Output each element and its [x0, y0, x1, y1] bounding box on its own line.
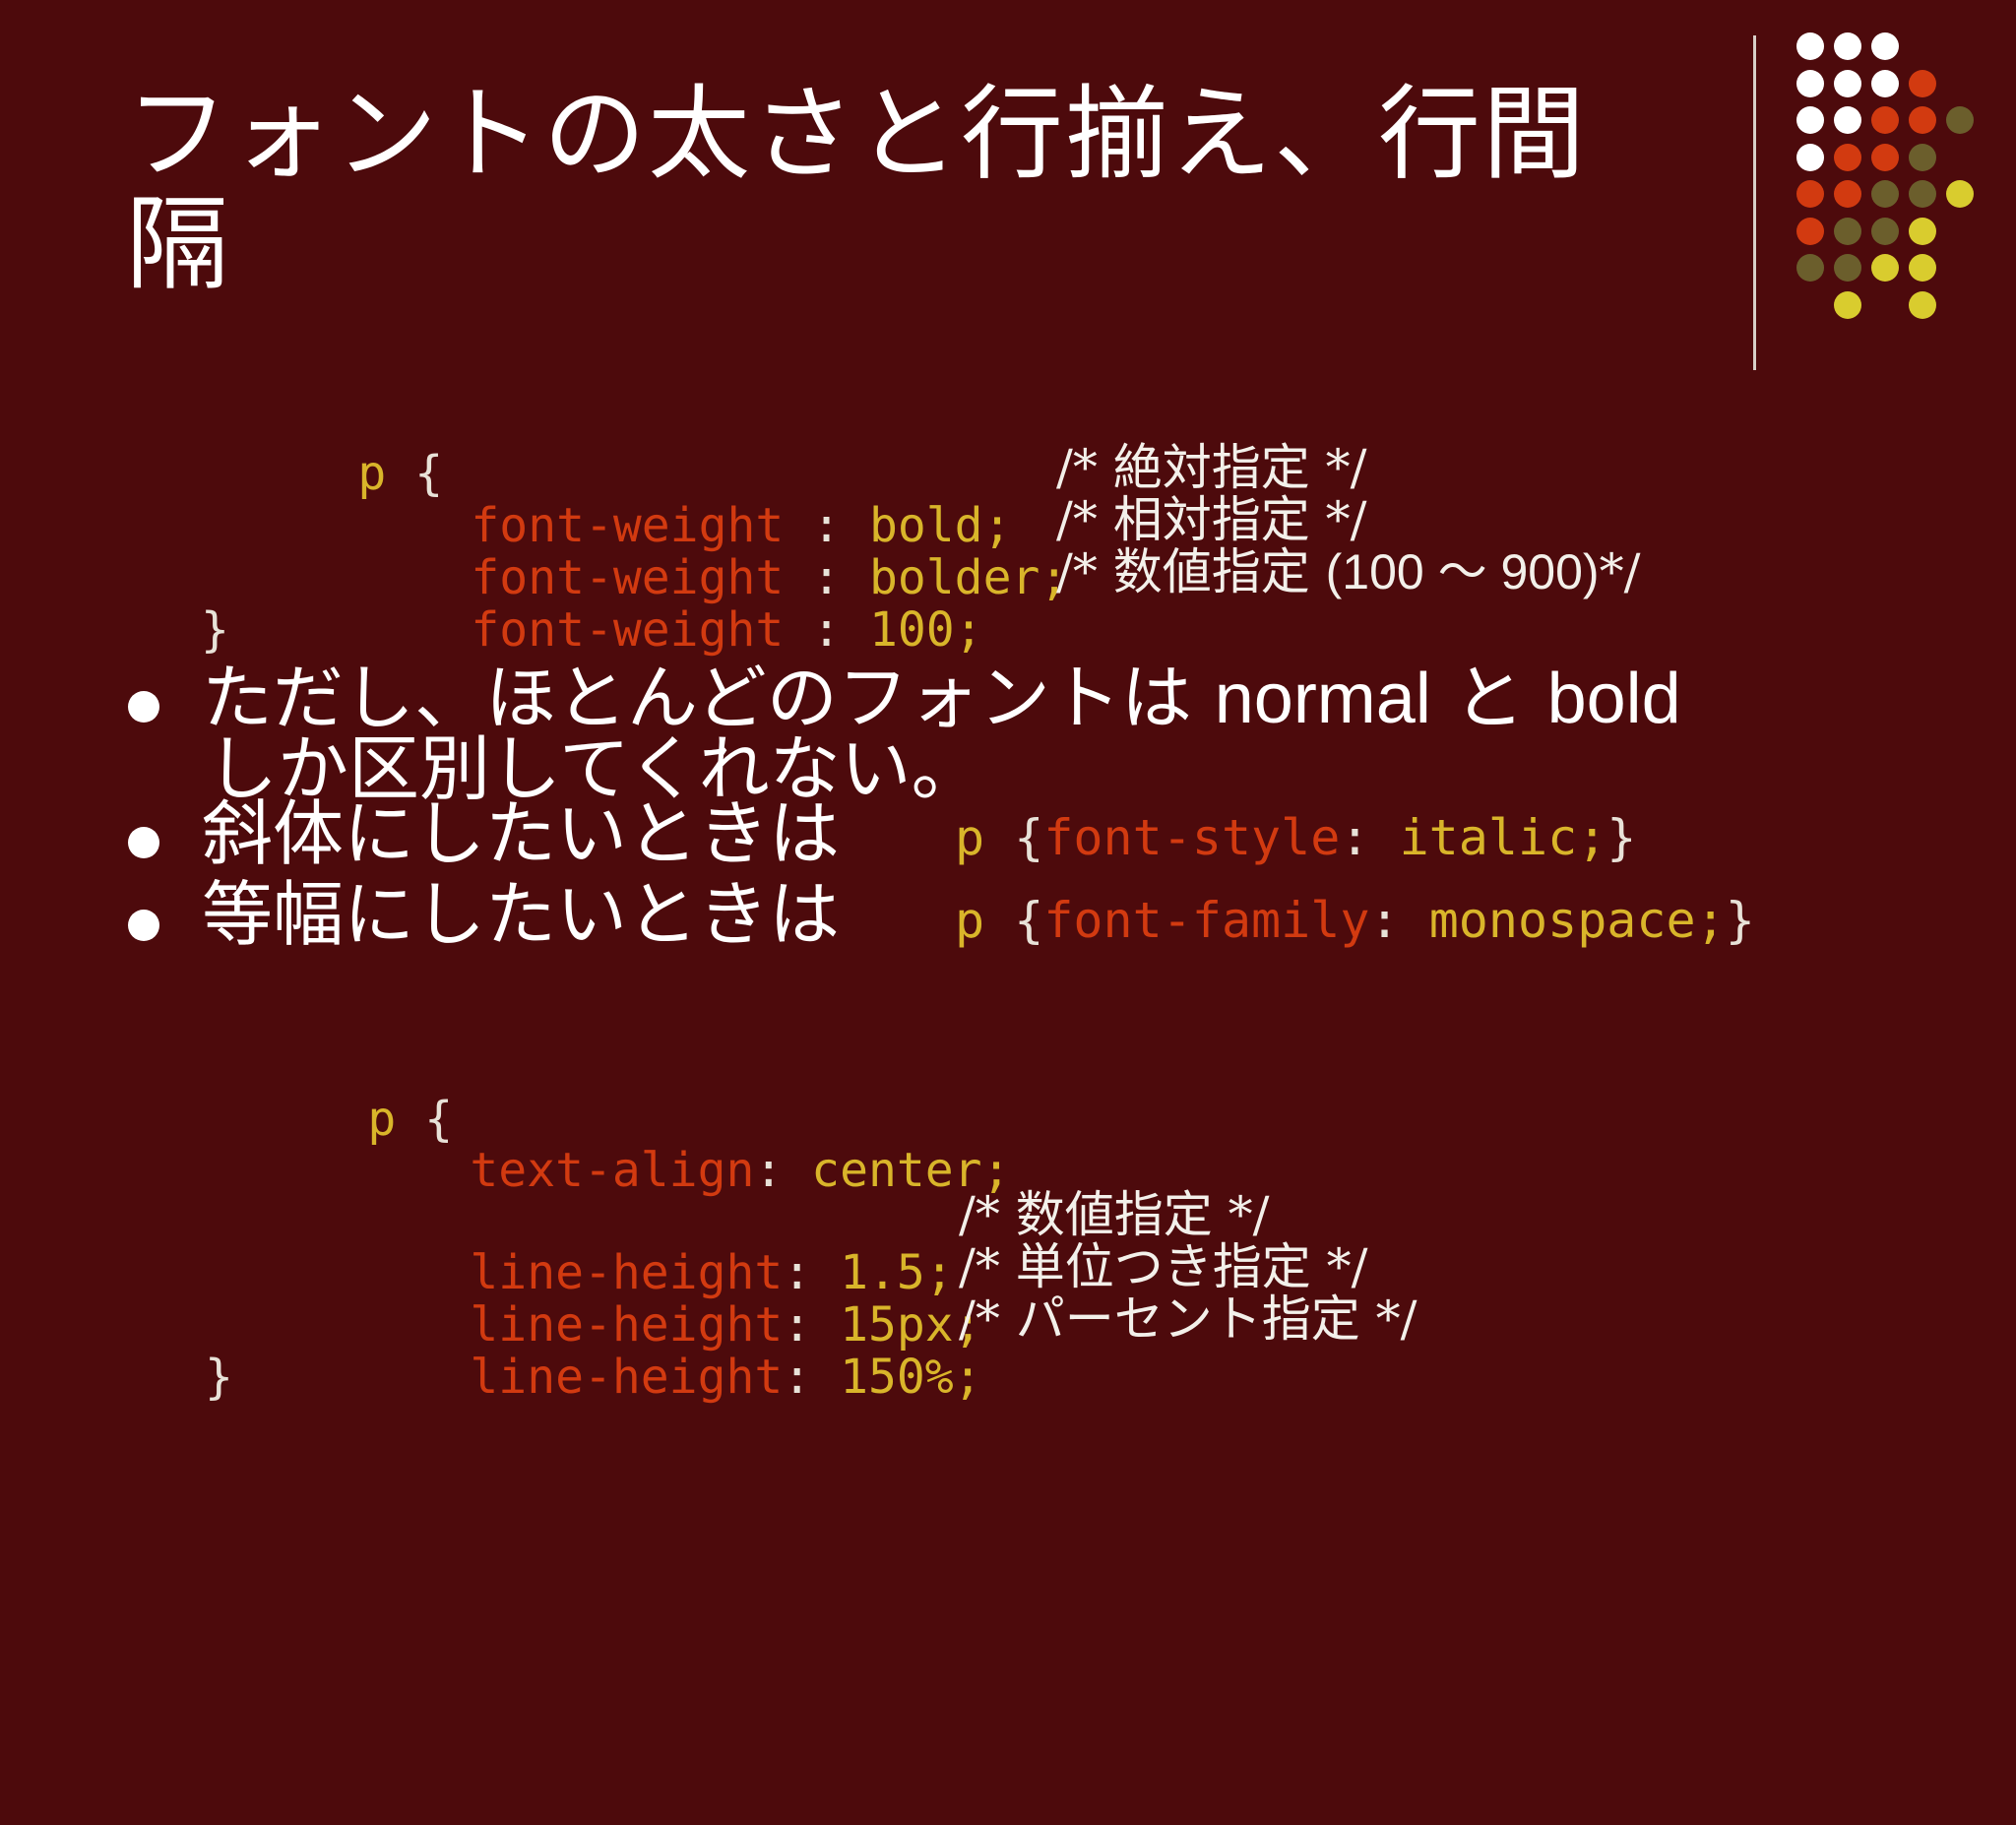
- decorative-dot: [1909, 106, 1936, 134]
- bullet-text-latin: bold: [1546, 660, 1681, 738]
- code-close-brace: }: [205, 1350, 233, 1405]
- decorative-dot: [1796, 218, 1824, 245]
- decorative-dot: [1834, 106, 1861, 134]
- decorative-dot: [1796, 180, 1824, 208]
- decorative-dot: [1871, 32, 1899, 60]
- code-colon: :: [754, 1143, 812, 1198]
- decorative-dot: [1834, 32, 1861, 60]
- code-comment: /* 単位つき指定 */: [959, 1238, 1368, 1295]
- code-row: line-height: 150%;: [299, 1299, 981, 1404]
- decorative-dot: [1834, 70, 1861, 97]
- bullet-icon: [128, 910, 159, 941]
- inline-code: p {font-style: italic;}: [955, 809, 1636, 866]
- decorative-dot: [1909, 218, 1936, 245]
- decorative-dot: [1909, 180, 1936, 208]
- code-separator: :: [784, 602, 869, 658]
- decorative-dot: [1946, 106, 1974, 134]
- code-close-brace: }: [1725, 892, 1755, 949]
- decorative-dot: [1871, 144, 1899, 171]
- bullet-text-part: と: [1430, 657, 1547, 739]
- code-row: line-height: 15px;: [299, 1247, 981, 1352]
- decorative-dot: [1946, 180, 1974, 208]
- decorative-dot: [1909, 254, 1936, 282]
- decorative-dot: [1909, 144, 1936, 171]
- inline-code: p {font-family: monospace;}: [955, 892, 1755, 949]
- bullet-icon: [128, 827, 159, 858]
- code-property: font-weight: [471, 602, 785, 658]
- decorative-dot: [1834, 218, 1861, 245]
- decorative-dot: [1909, 291, 1936, 319]
- decorative-dot: [1871, 218, 1899, 245]
- decorative-dot: [1796, 106, 1824, 134]
- code-comment: /* 相対指定 */: [1056, 491, 1367, 548]
- bullet-text: 等幅にしたいときは: [202, 873, 841, 956]
- code-comment: /* 絶対指定 */: [1056, 439, 1367, 496]
- decorative-dot: [1871, 70, 1899, 97]
- bullet-text: ただし、ほとんどのフォントは normal と bold: [202, 661, 1681, 735]
- code-row: font-weight : bolder;: [300, 500, 1068, 604]
- bullet-icon: [128, 691, 159, 723]
- decorative-dot: [1871, 180, 1899, 208]
- decorative-dot-grid: [0, 0, 2016, 394]
- code-value: 100;: [868, 602, 983, 658]
- decorative-dot: [1796, 254, 1824, 282]
- code-close-brace: }: [1606, 809, 1637, 866]
- code-close-brace: }: [201, 602, 229, 658]
- code-value: italic;: [1399, 809, 1607, 866]
- comment-suffix: */: [1599, 543, 1641, 600]
- code-row: font-weight : bold;: [300, 448, 1011, 552]
- comment-range: (100 ～ 900): [1325, 544, 1600, 599]
- code-colon: :: [783, 1350, 841, 1405]
- code-row: text-align: center;: [299, 1093, 1010, 1197]
- code-comment: /* 数値指定 (100 ～ 900)*/: [1056, 546, 1640, 598]
- bullet-text-latin: normal: [1214, 660, 1431, 738]
- bullet-text: 斜体にしたいときは: [202, 792, 841, 875]
- code-row: font-weight : 100;: [300, 552, 982, 657]
- decorative-dot: [1796, 144, 1824, 171]
- decorative-dot: [1871, 254, 1899, 282]
- code-open-brace: {: [1014, 892, 1044, 949]
- decorative-dot: [1909, 70, 1936, 97]
- code-value: 150%;: [840, 1350, 982, 1405]
- code-colon: :: [1369, 892, 1429, 949]
- decorative-dot: [1796, 32, 1824, 60]
- code-property: font-family: [1043, 892, 1370, 949]
- code-selector: p: [955, 892, 985, 949]
- comment-prefix: /* 数値指定: [1056, 543, 1326, 600]
- code-comment: /* 数値指定 */: [959, 1186, 1270, 1243]
- decorative-dot: [1834, 180, 1861, 208]
- code-colon: :: [1340, 809, 1400, 866]
- decorative-dot: [1834, 144, 1861, 171]
- code-block-text-align: p { text-align: center; line-height: 1.5…: [197, 1041, 1417, 1824]
- code-row: line-height: 1.5;: [299, 1195, 953, 1299]
- decorative-dot: [1796, 70, 1824, 97]
- code-open-brace: {: [1014, 809, 1044, 866]
- code-property: text-align: [470, 1143, 755, 1198]
- code-value: monospace;: [1428, 892, 1726, 949]
- slide: フォントの太さと行揃え、行間 隔 p { font-weight : bold;…: [0, 0, 2016, 1512]
- code-property: font-style: [1043, 809, 1341, 866]
- decorative-dot: [1871, 106, 1899, 134]
- decorative-dot: [1834, 291, 1861, 319]
- decorative-dot: [1834, 254, 1861, 282]
- code-selector: p: [955, 809, 985, 866]
- code-comment: /* パーセント指定 */: [959, 1290, 1418, 1348]
- code-property: line-height: [470, 1350, 784, 1405]
